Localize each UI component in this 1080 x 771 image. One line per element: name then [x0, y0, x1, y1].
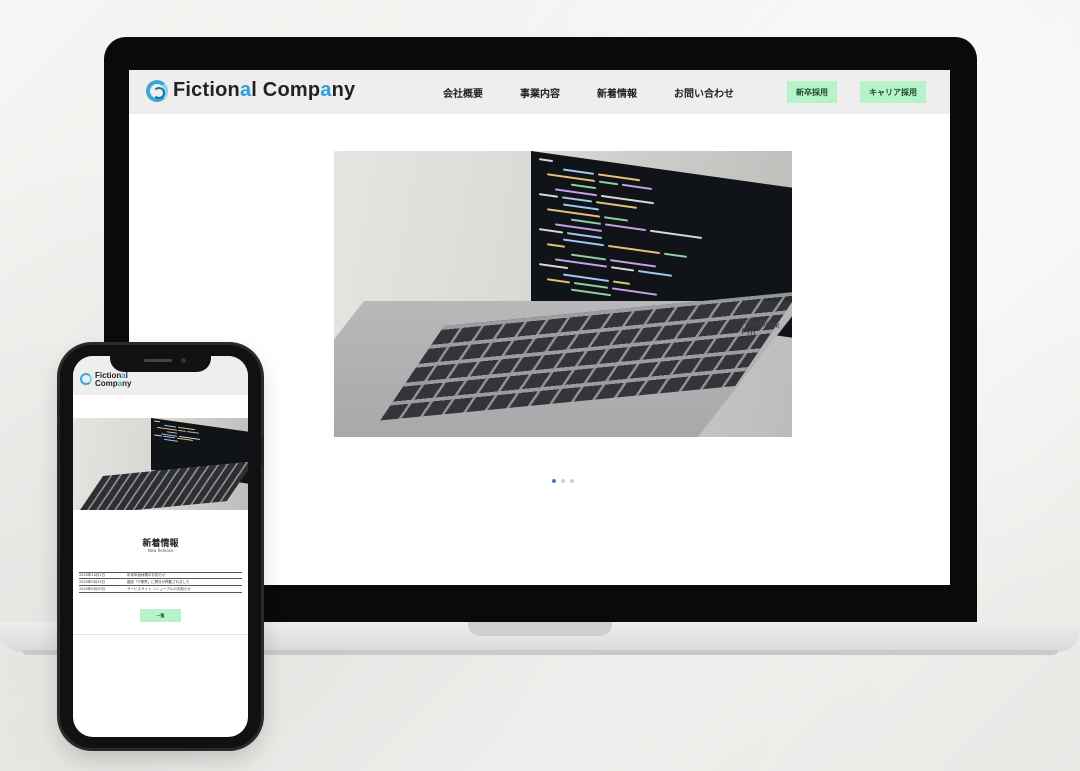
code-line: [163, 438, 179, 443]
code-line: [563, 203, 599, 211]
site-logo[interactable]: Fictional Company: [146, 79, 355, 102]
code-line: [650, 229, 702, 240]
phone-notch: [110, 353, 211, 372]
code-line: [178, 429, 186, 432]
code-line: [157, 426, 177, 431]
code-line: [567, 232, 602, 239]
code-line: [612, 287, 657, 296]
news-item[interactable]: 2025年9月20日 サービスサイト リニューアルのお知らせ: [79, 586, 242, 593]
code-line: [563, 238, 604, 247]
slider-dots: [552, 479, 579, 483]
mobile-site: Fictional Company 新着情報 New Release 2025年1…: [73, 356, 248, 737]
code-line: [608, 244, 660, 255]
code-line: [154, 420, 160, 423]
mobile-logo[interactable]: Fictional Company: [80, 372, 131, 388]
code-line: [539, 228, 563, 234]
news-section-subtitle: New Release: [147, 548, 174, 553]
code-line: [154, 434, 162, 437]
code-line: [539, 158, 553, 163]
code-line: [547, 278, 570, 284]
code-line: [547, 173, 595, 182]
code-line: [574, 282, 608, 289]
nav-item-company[interactable]: 会社概要: [443, 85, 483, 100]
code-line: [638, 270, 672, 277]
slider-dot-2[interactable]: [561, 479, 565, 483]
new-grad-recruit-button[interactable]: 新卒採用: [787, 81, 837, 103]
code-line: [563, 168, 594, 175]
phone-volume-down: [57, 424, 60, 442]
code-line: [539, 263, 568, 270]
main-nav: 会社概要 事業内容 新着情報 お問い合わせ: [443, 70, 771, 114]
code-line: [571, 218, 601, 225]
news-item[interactable]: 2025年10月1日 年末年始休業のお知らせ: [79, 572, 242, 579]
mobile-hero-image: [73, 418, 248, 510]
code-line: [555, 188, 597, 197]
news-text: サービスサイト リニューアルのお知らせ: [127, 586, 191, 591]
slider-dot-3[interactable]: [570, 479, 574, 483]
code-line: [571, 253, 606, 261]
news-date: 2025年9月20日: [79, 586, 106, 591]
code-line: [563, 273, 609, 282]
code-line: [167, 431, 177, 434]
mobile-logo-text: Fictional Company: [95, 371, 132, 388]
code-line: [664, 252, 687, 258]
nav-item-news[interactable]: 新着情報: [597, 85, 637, 100]
code-line: [187, 431, 200, 434]
code-line: [596, 201, 637, 209]
news-date: 2025年10月1日: [79, 573, 106, 577]
news-list: 2025年10月1日 年末年始休業のお知らせ 2025年9月25日 雑誌「IT業…: [79, 572, 242, 593]
news-text: 雑誌「IT業界」に弊社が掲載されました: [127, 579, 190, 584]
laptop-lid-notch: [468, 622, 612, 636]
news-date: 2025年9月25日: [79, 579, 106, 584]
site-header: Fictional Company 会社概要 事業内容 新着情報 お問い合わせ …: [129, 70, 950, 114]
code-line: [571, 183, 596, 190]
phone-camera: [181, 358, 186, 363]
hero-slide-image: MacBook Pro: [334, 151, 792, 437]
news-item[interactable]: 2025年9月25日 雑誌「IT業界」に弊社が掲載されました: [79, 579, 242, 586]
code-line: [571, 288, 611, 297]
code-line: [539, 193, 558, 198]
code-line: [611, 266, 634, 272]
code-line: [605, 223, 646, 232]
code-line: [547, 243, 565, 248]
news-text: 年末年始休業のお知らせ: [127, 573, 166, 577]
nav-item-business[interactable]: 事業内容: [520, 85, 560, 100]
code-line: [599, 180, 618, 186]
news-list-button[interactable]: 一覧: [140, 609, 181, 622]
phone-power-button: [261, 436, 264, 466]
code-line: [613, 280, 630, 285]
phone-speaker: [144, 359, 172, 362]
logo-mark-icon: [146, 79, 168, 102]
code-line: [622, 183, 652, 191]
career-recruit-button[interactable]: キャリア採用: [860, 81, 926, 103]
slider-dot-1[interactable]: [552, 479, 556, 483]
code-line: [598, 173, 640, 182]
mobile-logo-mark-icon: [80, 373, 92, 385]
code-line: [177, 438, 194, 442]
phone-volume-up: [57, 400, 60, 418]
logo-text: Fictional Company: [173, 79, 356, 101]
section-divider: [73, 634, 248, 635]
code-line: [604, 216, 628, 222]
nav-item-contact[interactable]: お問い合わせ: [674, 85, 734, 100]
code-line: [562, 196, 592, 203]
